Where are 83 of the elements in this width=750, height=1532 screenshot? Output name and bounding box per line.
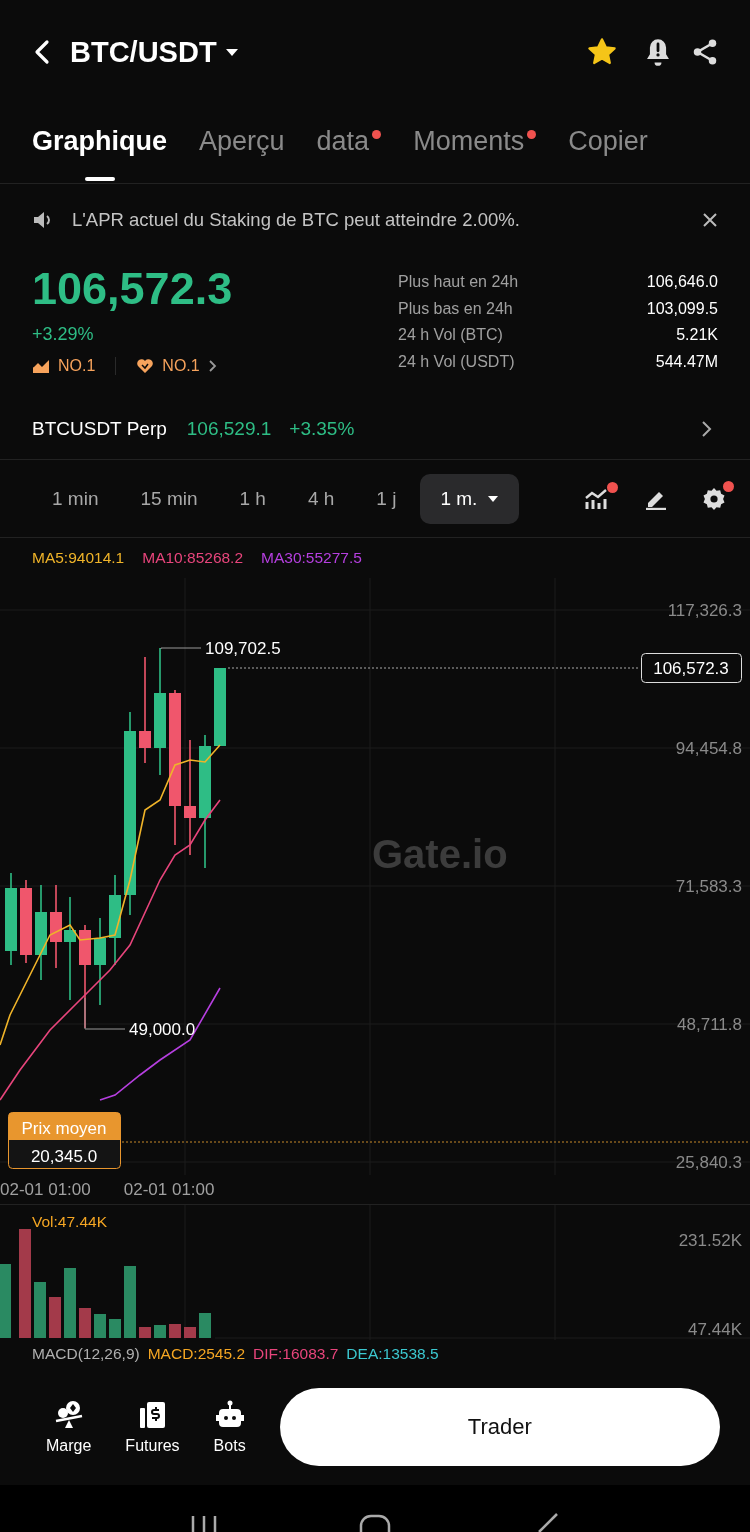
interval-tab[interactable]: 4 h xyxy=(289,475,353,522)
announcement-text: L'APR actuel du Staking de BTC peut atteindre 2.00%. xyxy=(72,209,521,231)
volume-axis-label: 47.44K xyxy=(688,1320,742,1339)
close-icon[interactable] xyxy=(702,212,718,228)
high-price-label: 109,702.5 xyxy=(205,639,281,658)
chevron-right-icon[interactable] xyxy=(701,419,712,438)
volume-bar xyxy=(34,1282,46,1338)
settings-icon[interactable] xyxy=(702,486,726,511)
action-button[interactable]: Futures xyxy=(125,1398,180,1455)
tab[interactable]: Moments xyxy=(413,104,537,183)
leader-line xyxy=(84,997,126,1030)
volume-label: Vol:47.44K xyxy=(32,1213,107,1230)
bell-icon[interactable] xyxy=(644,37,672,67)
current-price-tag: 106,572.3 xyxy=(641,653,742,683)
volume-bar xyxy=(109,1319,121,1338)
notification-dot xyxy=(527,130,537,139)
notification-dot xyxy=(723,480,734,492)
stat-value: 5.21K xyxy=(676,326,718,345)
notification-dot xyxy=(607,481,618,493)
volume-bar xyxy=(94,1314,106,1338)
interval-tab[interactable]: 1 j xyxy=(358,475,415,522)
tab[interactable]: Aperçu xyxy=(199,104,285,183)
volume-bar xyxy=(64,1268,76,1338)
volume-bar xyxy=(154,1325,166,1338)
contract-name[interactable]: BTCUSDT Perp xyxy=(32,417,167,440)
stat-label: Plus bas en 24h xyxy=(398,299,513,318)
last-price: 106,572.3 xyxy=(32,262,234,316)
interval-tab[interactable]: 1 min xyxy=(34,475,117,522)
price-axis-label: 117,326.3 xyxy=(667,601,742,620)
macd-value: DEA:13538.5 xyxy=(346,1345,439,1363)
macd-value: MACD(12,26,9) xyxy=(32,1345,140,1363)
volume-bar xyxy=(124,1266,136,1338)
rank-label: NO.1 xyxy=(58,357,96,375)
price-axis-label: 25,840.3 xyxy=(675,1153,742,1172)
price-change: +3.29% xyxy=(32,324,95,345)
stat-label: 24 h Vol (BTC) xyxy=(398,326,503,345)
price-axis-label: 94,454.8 xyxy=(675,739,742,758)
macd-value: DIF:16083.7 xyxy=(253,1345,339,1363)
interval-tab[interactable]: 15 min xyxy=(122,475,216,522)
volume-bar xyxy=(199,1313,211,1338)
stat-label: 24 h Vol (USDT) xyxy=(398,352,515,371)
contract-price: 106,529.1 xyxy=(186,417,272,440)
volume-bar xyxy=(139,1327,151,1338)
indicator-chart-icon[interactable] xyxy=(584,487,610,510)
stat-value: 544.47M xyxy=(655,352,718,371)
trend-chart-icon xyxy=(32,358,50,374)
interval-tab[interactable]: 1 m. xyxy=(420,473,520,524)
action-button[interactable]: Bots xyxy=(213,1398,246,1455)
average-price-tag: Prix moyen 20,345.0 xyxy=(8,1112,121,1169)
volume-bar xyxy=(169,1324,181,1338)
rank-label: NO.1 xyxy=(162,357,200,375)
caret-icon xyxy=(224,47,239,57)
tab[interactable]: Graphique xyxy=(32,104,167,183)
moving-average-value: MA10:85268.2 xyxy=(142,549,244,567)
moving-average-value: MA30:55277.5 xyxy=(261,549,362,567)
trade-button[interactable]: Trader xyxy=(279,1387,720,1466)
volume-axis-label: 231.52K xyxy=(678,1231,742,1250)
time-axis-label: 02-01 01:00 xyxy=(123,1179,215,1200)
tab[interactable]: data xyxy=(316,104,382,183)
notification-dot xyxy=(372,130,382,139)
tab[interactable]: Copier xyxy=(568,104,648,183)
volume-bar xyxy=(184,1327,196,1338)
pair-selector[interactable]: BTC/USDT xyxy=(70,35,239,69)
leader-line xyxy=(160,647,202,650)
moving-average-value: MA5:94014.1 xyxy=(32,549,125,567)
interval-tab[interactable]: 1 h xyxy=(221,475,284,522)
stat-value: 106,646.0 xyxy=(646,273,718,292)
home-icon[interactable] xyxy=(358,1512,392,1532)
caret-icon xyxy=(487,494,500,503)
low-price-label: 49,000.0 xyxy=(129,1020,196,1039)
action-button[interactable]: Marge xyxy=(46,1398,92,1455)
price-axis-label: 71,583.3 xyxy=(675,877,742,896)
volume-bar xyxy=(79,1308,91,1338)
volume-bar xyxy=(49,1297,61,1338)
heart-icon xyxy=(136,358,155,374)
contract-change: +3.35% xyxy=(289,417,355,440)
chevron-right-icon[interactable] xyxy=(207,359,217,373)
macd-value: MACD:2545.2 xyxy=(147,1345,246,1363)
time-axis-label: 02-01 01:00 xyxy=(0,1179,91,1200)
stat-value: 103,099.5 xyxy=(646,299,718,318)
stat-label: Plus haut en 24h xyxy=(398,273,519,292)
price-axis-label: 48,711.8 xyxy=(677,1015,742,1034)
back-icon[interactable] xyxy=(34,39,50,65)
